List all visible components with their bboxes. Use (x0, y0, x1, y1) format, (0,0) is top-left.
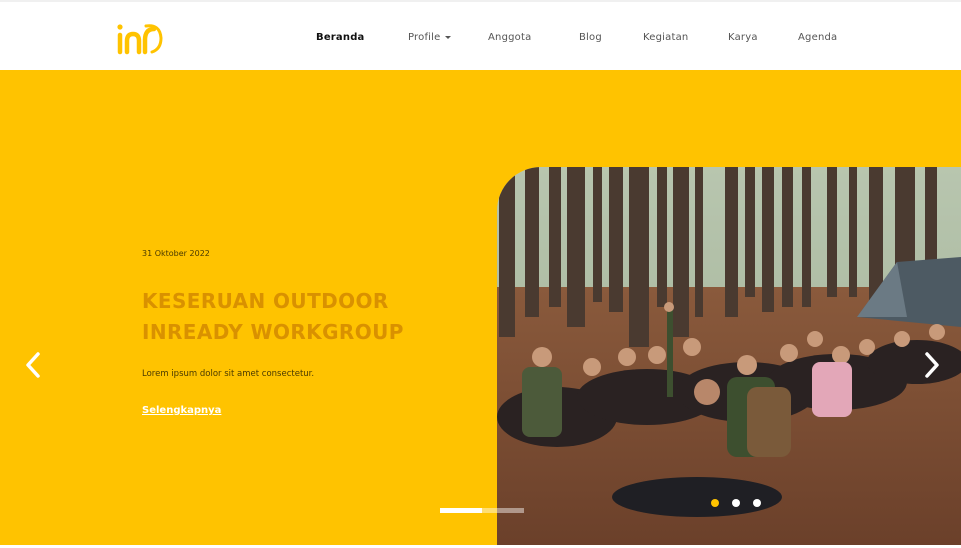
nav-item-beranda[interactable]: Beranda (316, 32, 365, 43)
nav-item-agenda[interactable]: Agenda (798, 32, 837, 43)
carousel-dot[interactable] (732, 499, 740, 507)
forest-group-photo (497, 167, 961, 545)
slide-progress-fill (440, 508, 482, 513)
post-date: 31 Oktober 2022 (142, 249, 210, 258)
nav-item-profile[interactable]: Profile (408, 32, 451, 43)
carousel-dot[interactable] (753, 499, 761, 507)
page: Beranda Profile Anggota Blog Kegiatan Ka… (0, 0, 961, 548)
hero-image (497, 167, 961, 545)
chevron-down-icon (444, 35, 451, 39)
hero-title: KESERUAN OUTDOOR INREADY WORKGROUP (142, 286, 462, 348)
nav-item-kegiatan[interactable]: Kegiatan (643, 32, 688, 43)
navbar: Beranda Profile Anggota Blog Kegiatan Ka… (0, 0, 961, 70)
nav-item-blog[interactable]: Blog (579, 32, 602, 43)
carousel-dot[interactable] (711, 499, 719, 507)
hero-title-line-2: INREADY WORKGROUP (142, 320, 404, 344)
chevron-right-icon[interactable] (919, 350, 943, 380)
nav-item-karya[interactable]: Karya (728, 32, 758, 43)
slide-progress-bar (440, 508, 524, 513)
hero-carousel: 31 Oktober 2022 KESERUAN OUTDOOR INREADY… (0, 70, 961, 545)
hero-title-line-1: KESERUAN OUTDOOR (142, 289, 389, 313)
hero-description: Lorem ipsum dolor sit amet consectetur. (142, 369, 315, 379)
nav-item-anggota[interactable]: Anggota (488, 32, 531, 43)
chevron-left-icon[interactable] (22, 350, 46, 380)
nav-item-profile-label: Profile (408, 32, 441, 43)
main-nav: Beranda Profile Anggota Blog Kegiatan Ka… (0, 32, 961, 46)
carousel-indicators (711, 499, 771, 507)
read-more-link[interactable]: Selengkapnya (142, 405, 221, 416)
